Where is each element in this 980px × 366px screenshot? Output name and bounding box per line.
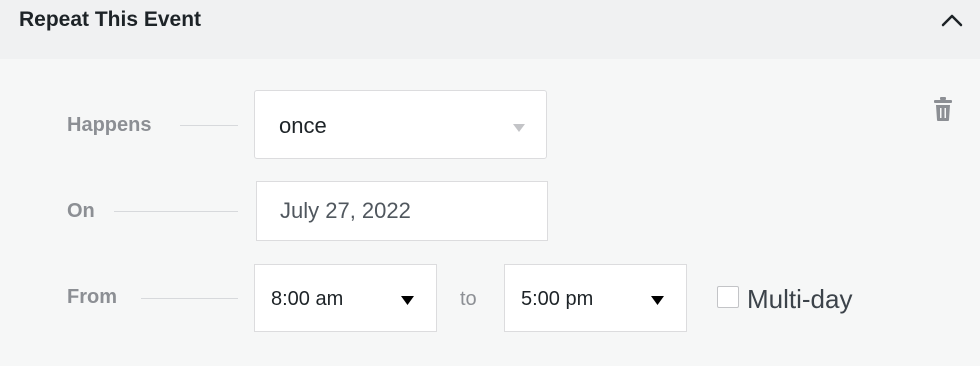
happens-value: once [279, 113, 327, 138]
to-label: to [460, 288, 477, 310]
section-header[interactable]: Repeat This Event [0, 0, 980, 59]
caret-down-icon [513, 120, 525, 138]
end-time-select[interactable]: 5:00 pm [504, 264, 687, 332]
happens-select[interactable]: once [254, 90, 547, 159]
happens-divider [180, 125, 238, 126]
trash-icon[interactable] [932, 96, 954, 122]
multiday-checkbox[interactable] [717, 286, 739, 308]
on-divider [114, 211, 238, 212]
start-time-value: 8:00 am [271, 288, 344, 310]
from-label: From [67, 286, 117, 308]
multiday-label[interactable]: Multi-day [747, 284, 852, 315]
from-divider [141, 298, 238, 299]
section-title: Repeat This Event [19, 8, 202, 31]
end-time-value: 5:00 pm [521, 288, 594, 310]
caret-down-icon [401, 293, 414, 311]
happens-label: Happens [67, 114, 152, 136]
caret-down-icon [651, 293, 664, 311]
chevron-up-icon[interactable] [938, 8, 966, 34]
start-time-select[interactable]: 8:00 am [254, 264, 437, 332]
on-label: On [67, 200, 95, 222]
date-input[interactable] [256, 181, 548, 241]
